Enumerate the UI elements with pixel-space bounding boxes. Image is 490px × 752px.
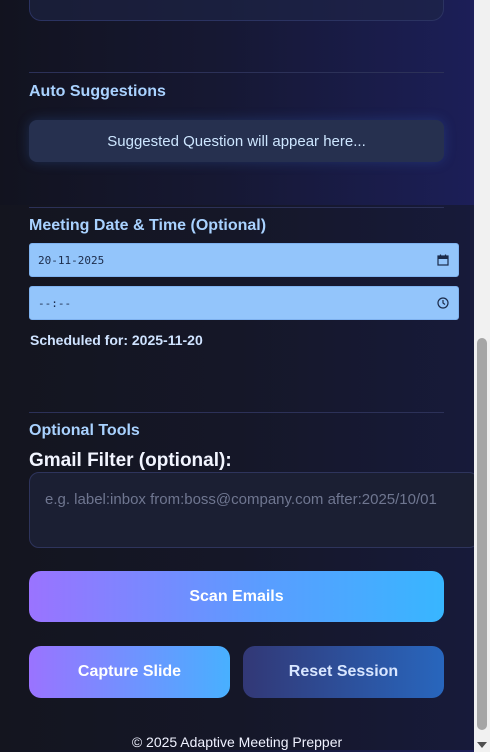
meeting-time-input[interactable]: --:-- bbox=[29, 286, 459, 320]
footer-copyright: © 2025 Adaptive Meeting Prepper bbox=[131, 734, 343, 750]
reset-session-button[interactable]: Reset Session bbox=[243, 646, 444, 698]
vertical-scrollbar[interactable] bbox=[474, 0, 490, 752]
meeting-datetime-title: Meeting Date & Time (Optional) bbox=[29, 217, 267, 234]
scheduled-for-label: Scheduled for: 2025-11-20 bbox=[30, 332, 203, 348]
gmail-filter-input[interactable]: e.g. label:inbox from:boss@company.com a… bbox=[29, 472, 479, 548]
optional-tools-title: Optional Tools bbox=[29, 422, 140, 439]
divider bbox=[29, 412, 444, 413]
gmail-filter-placeholder: e.g. label:inbox from:boss@company.com a… bbox=[45, 491, 437, 508]
meeting-date-input[interactable]: 20-11-2025 bbox=[29, 243, 459, 277]
meeting-time-value: --:-- bbox=[38, 296, 72, 310]
auto-suggestions-title: Auto Suggestions bbox=[29, 83, 166, 100]
capture-slide-button[interactable]: Capture Slide bbox=[29, 646, 230, 698]
page-content: Auto Suggestions Suggested Question will… bbox=[0, 0, 479, 752]
scroll-down-arrow-icon[interactable] bbox=[477, 742, 487, 748]
suggested-question-box: Suggested Question will appear here... bbox=[29, 120, 444, 162]
suggested-question-text: Suggested Question will appear here... bbox=[107, 132, 366, 150]
scan-emails-button[interactable]: Scan Emails bbox=[29, 571, 444, 622]
clock-icon[interactable] bbox=[436, 296, 450, 310]
divider bbox=[29, 207, 444, 208]
scrollbar-thumb[interactable] bbox=[477, 338, 487, 730]
calendar-icon[interactable] bbox=[436, 253, 450, 267]
gmail-filter-label: Gmail Filter (optional): bbox=[29, 450, 232, 471]
top-panel-remnant bbox=[29, 0, 444, 21]
meeting-date-value: 20-11-2025 bbox=[38, 253, 105, 267]
divider bbox=[29, 72, 444, 73]
